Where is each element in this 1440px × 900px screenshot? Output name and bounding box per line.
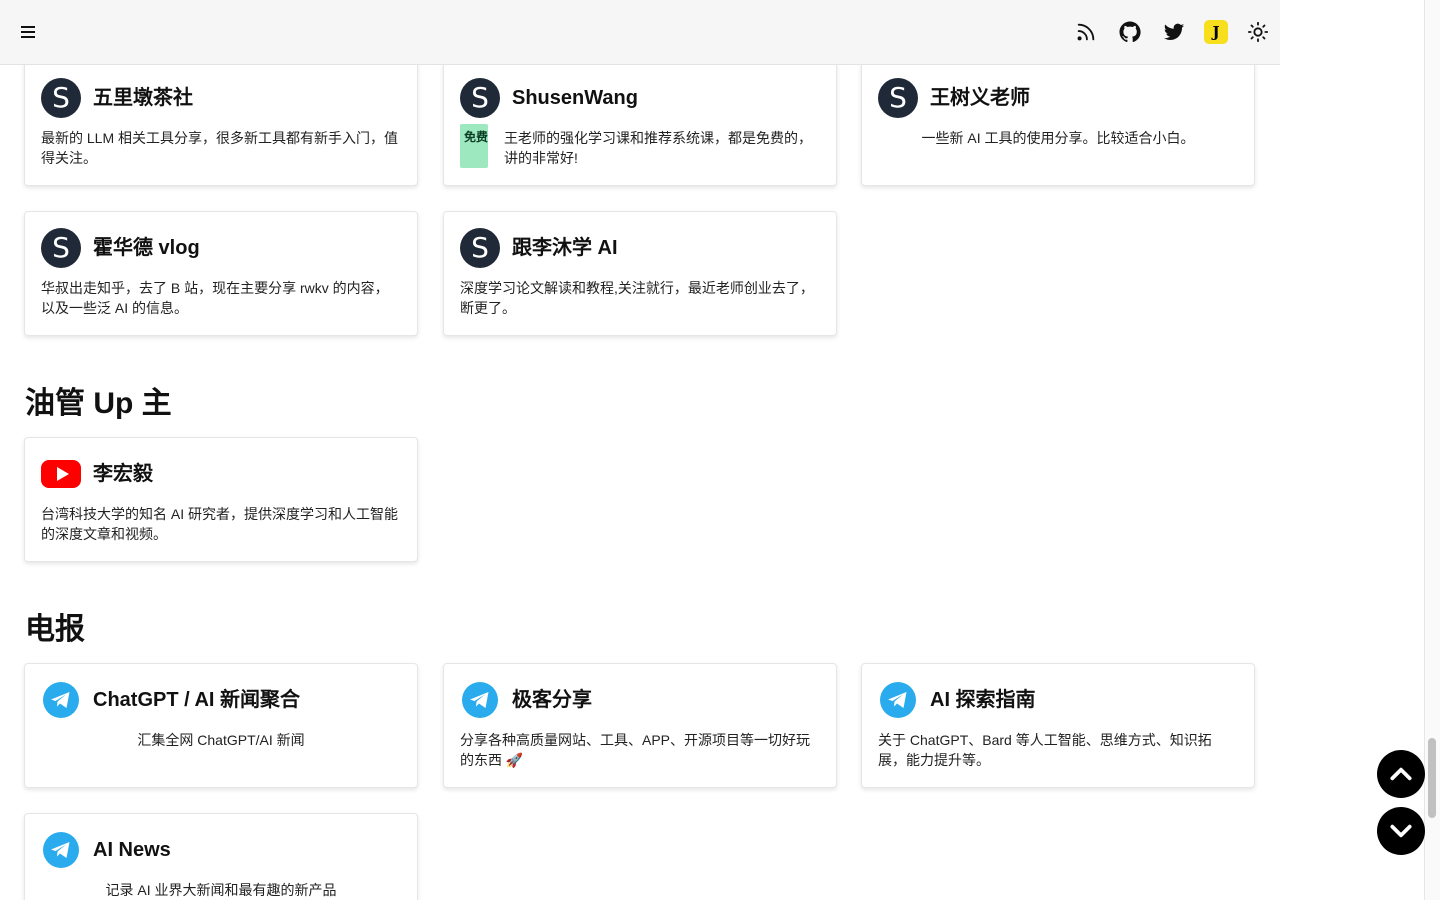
- main-content: S 五里墩茶社 最新的 LLM 相关工具分享，很多新工具都有新手入门，值得关注。…: [0, 0, 1424, 900]
- avatar-letter: S: [52, 81, 70, 114]
- avatar: S: [460, 78, 500, 118]
- card-title: 五里墩茶社: [93, 87, 193, 109]
- card-description: 台湾科技大学的知名 AI 研究者，提供深度学习和人工智能的深度文章和视频。: [41, 506, 399, 542]
- github-icon[interactable]: [1116, 18, 1144, 46]
- card-lihongyi[interactable]: 李宏毅 台湾科技大学的知名 AI 研究者，提供深度学习和人工智能的深度文章和视频…: [24, 437, 418, 562]
- card-shusenwang[interactable]: S ShusenWang 免费 王老师的强化学习课和推荐系统课，都是免费的，讲的…: [443, 61, 837, 186]
- card-title: 王树义老师: [930, 87, 1030, 109]
- rss-icon[interactable]: [1072, 18, 1100, 46]
- avatar: S: [41, 228, 81, 268]
- card-chatgpt-news[interactable]: ChatGPT / AI 新闻聚合 汇集全网 ChatGPT/AI 新闻: [24, 663, 418, 788]
- telegram-icon: [460, 680, 500, 720]
- juejin-letter: J: [1212, 23, 1220, 41]
- card-description: 一些新 AI 工具的使用分享。比较适合小白。: [921, 130, 1195, 146]
- telegram-icon: [878, 680, 918, 720]
- card-title: 李宏毅: [93, 463, 153, 485]
- card-title: 跟李沐学 AI: [512, 237, 618, 259]
- scroll-to-top-button[interactable]: [1377, 750, 1425, 798]
- telegram-icon: [41, 680, 81, 720]
- card-description: 汇集全网 ChatGPT/AI 新闻: [137, 732, 305, 748]
- scroll-to-bottom-button[interactable]: [1377, 807, 1425, 855]
- card-description: 华叔出走知乎，去了 B 站，现在主要分享 rwkv 的内容，以及一些泛 AI 的…: [41, 280, 389, 316]
- card-title: ChatGPT / AI 新闻聚合: [93, 689, 301, 711]
- card-wulidun[interactable]: S 五里墩茶社 最新的 LLM 相关工具分享，很多新工具都有新手入门，值得关注。: [24, 61, 418, 186]
- juejin-icon[interactable]: J: [1204, 20, 1228, 44]
- card-title: AI News: [93, 839, 171, 861]
- page-scrollbar[interactable]: [1424, 0, 1440, 900]
- twitter-icon[interactable]: [1160, 18, 1188, 46]
- scrollbar-thumb[interactable]: [1428, 738, 1436, 818]
- card-wangshuyi[interactable]: S 王树义老师 一些新 AI 工具的使用分享。比较适合小白。: [861, 61, 1255, 186]
- avatar-letter: S: [471, 81, 489, 114]
- navbar-actions: J: [1056, 18, 1272, 46]
- card-title: 霍华德 vlog: [93, 237, 200, 259]
- free-badge: 免费: [460, 124, 488, 168]
- card-description: 记录 AI 业界大新闻和最有趣的新产品: [105, 882, 337, 898]
- avatar: S: [41, 78, 81, 118]
- avatar: S: [878, 78, 918, 118]
- youtube-icon: [41, 454, 81, 494]
- top-navbar: J: [0, 0, 1280, 65]
- card-howard-vlog[interactable]: S 霍华德 vlog 华叔出走知乎，去了 B 站，现在主要分享 rwkv 的内容…: [24, 211, 418, 336]
- hamburger-menu-icon[interactable]: [18, 22, 38, 42]
- card-title: 极客分享: [512, 689, 592, 711]
- card-title: AI 探索指南: [930, 689, 1036, 711]
- section-title-telegram: 电报: [25, 613, 85, 646]
- card-description: 关于 ChatGPT、Bard 等人工智能、思维方式、知识拓展，能力提升等。: [878, 732, 1212, 768]
- avatar-letter: S: [471, 231, 489, 264]
- avatar: S: [460, 228, 500, 268]
- card-ai-explore[interactable]: AI 探索指南 关于 ChatGPT、Bard 等人工智能、思维方式、知识拓展，…: [861, 663, 1255, 788]
- avatar-letter: S: [52, 231, 70, 264]
- card-limu[interactable]: S 跟李沐学 AI 深度学习论文解读和教程,关注就行，最近老师创业去了，断更了。: [443, 211, 837, 336]
- chevron-down-icon: [1390, 824, 1412, 838]
- card-description: 分享各种高质量网站、工具、APP、开源项目等一切好玩的东西 🚀: [460, 732, 811, 768]
- card-geek-share[interactable]: 极客分享 分享各种高质量网站、工具、APP、开源项目等一切好玩的东西 🚀: [443, 663, 837, 788]
- card-description: 王老师的强化学习课和推荐系统课，都是免费的，讲的非常好!: [504, 130, 812, 166]
- card-ai-news[interactable]: AI News 记录 AI 业界大新闻和最有趣的新产品: [24, 813, 418, 900]
- section-title-youtube: 油管 Up 主: [25, 387, 172, 420]
- card-description: 最新的 LLM 相关工具分享，很多新工具都有新手入门，值得关注。: [41, 130, 399, 166]
- chevron-up-icon: [1390, 767, 1412, 781]
- card-title: ShusenWang: [512, 87, 638, 109]
- card-description: 深度学习论文解读和教程,关注就行，最近老师创业去了，断更了。: [460, 280, 814, 316]
- telegram-icon: [41, 830, 81, 870]
- avatar-letter: S: [889, 81, 907, 114]
- theme-toggle-sun-icon[interactable]: [1244, 18, 1272, 46]
